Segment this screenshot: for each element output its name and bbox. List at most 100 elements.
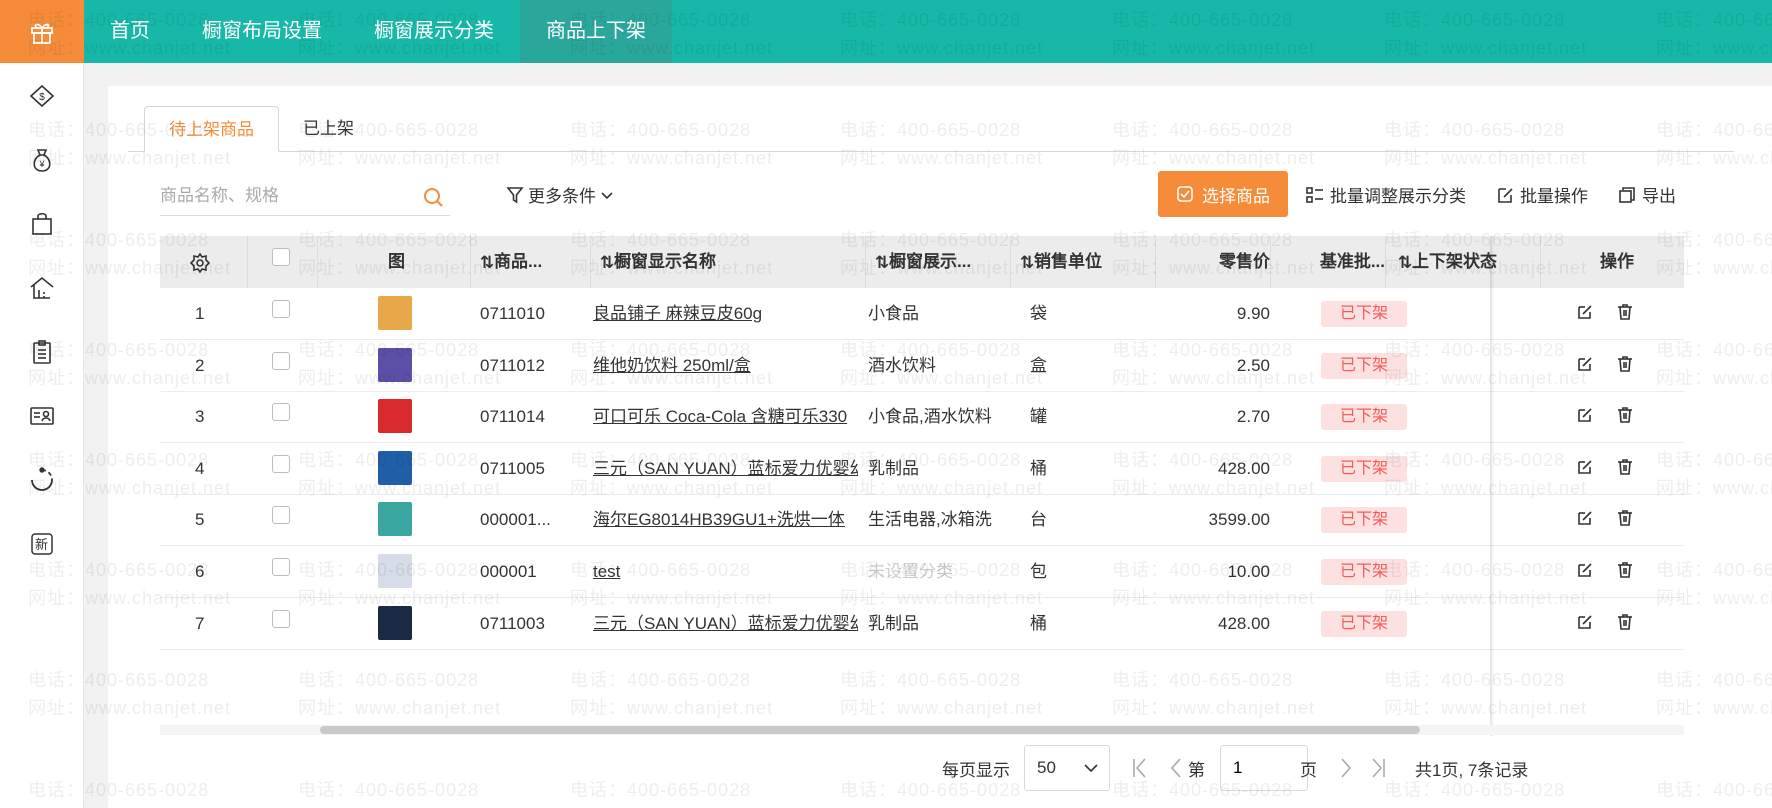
select-goods-button[interactable]: 选择商品 [1158,171,1288,217]
select-all-checkbox[interactable] [272,248,290,266]
row-name-link[interactable]: 海尔EG8014HB39GU1+洗烘一体 [593,494,858,546]
row-name-link[interactable]: 三元（SAN YUAN）蓝标爱力优婴幼 [593,443,858,495]
export-button[interactable]: 导出 [1618,182,1676,207]
tab-listed-goods[interactable]: 已上架 [279,106,378,152]
shopping-bag-icon[interactable] [27,209,57,239]
product-thumbnail [378,605,412,640]
goods-table: 图 ⇅商品... ⇅橱窗显示名称 ⇅橱窗展示... ⇅销售单位 零售价 基准批.… [160,236,1684,736]
row-checkbox[interactable] [272,558,290,576]
gift-logo-icon[interactable] [0,0,84,63]
more-filter-button[interactable]: 更多条件 [506,182,614,207]
batch-category-button[interactable]: 批量调整展示分类 [1306,182,1466,207]
money-bag-icon[interactable]: ¥ [27,145,57,175]
row-checkbox[interactable] [272,403,290,422]
clipboard-icon[interactable] [27,337,57,367]
edit-icon[interactable] [1576,406,1596,426]
sort-icon: ⇅ [1398,252,1413,272]
export-label: 导出 [1642,187,1676,206]
delete-icon[interactable] [1616,458,1636,478]
chevron-down-icon [1084,764,1098,773]
next-page-icon[interactable] [1336,756,1356,785]
table-row[interactable]: 5 000001... 海尔EG8014HB39GU1+洗烘一体 生活电器,冰箱洗 台 3… [160,494,1684,547]
prev-page-icon[interactable] [1166,756,1186,785]
search-icon[interactable] [422,186,444,213]
row-index: 4 [195,458,205,478]
row-retail-price: 9.90 [1236,304,1270,323]
column-category[interactable]: ⇅橱窗展示... [875,236,1015,288]
row-code: 000001 [480,562,537,581]
table-row[interactable]: 20711012维他奶饮料 250ml/盒酒水饮料盒2.502.00已下架 [160,340,1684,392]
product-thumbnail [378,554,412,588]
edit-icon[interactable] [1576,303,1596,323]
store-icon[interactable] [27,273,57,303]
column-unit-label: 销售单位 [1034,252,1102,271]
sidebar: $ ¥ 新 [0,63,84,808]
row-unit: 盒 [1030,355,1047,375]
money-house-icon[interactable]: $ [27,81,57,111]
row-name-link[interactable]: 维他奶饮料 250ml/盒 [593,340,858,392]
nav-item-window-category[interactable]: 橱窗展示分类 [348,0,520,63]
product-thumbnail [378,450,412,485]
edit-icon [1498,187,1513,203]
row-name-link[interactable]: test [593,546,858,598]
row-checkbox[interactable] [272,506,290,525]
per-page-select[interactable]: 50 [1024,745,1110,791]
table-row[interactable]: 6000001test未设置分类包10.000.00已下架 [160,546,1684,598]
column-name[interactable]: ⇅橱窗显示名称 [600,236,780,288]
table-row[interactable]: 40711005三元（SAN YUAN）蓝标爱力优婴幼乳制品桶428.00342… [160,443,1684,495]
svg-text:$: $ [39,92,45,103]
product-thumbnail [378,502,412,537]
export-icon [1619,186,1635,203]
list-icon [1306,186,1323,203]
column-settings-icon[interactable] [190,236,210,288]
page-prefix: 第 [1188,760,1205,780]
new-badge-icon[interactable]: 新 [27,529,57,559]
tab-divider [128,151,1734,152]
main-nav: 首页 橱窗布局设置 橱窗展示分类 商品上下架 [84,0,672,63]
page-number-input[interactable] [1220,745,1308,791]
row-retail-price: 10.00 [1227,562,1270,581]
row-checkbox[interactable] [272,351,290,370]
delete-icon[interactable] [1616,303,1636,323]
table-row[interactable]: 3 0711014 可口可乐 Coca-Cola 含糖可乐330 小食品,酒水饮料 罐 2… [160,391,1684,444]
edit-icon[interactable] [1576,458,1596,478]
delete-icon[interactable] [1616,355,1636,375]
edit-icon[interactable] [1576,613,1596,633]
table-row[interactable]: 70711003三元（SAN YUAN）蓝标爱力优婴幼乳制品桶428.00342… [160,598,1684,650]
row-name-link[interactable]: 良品铺子 麻辣豆皮60g [593,288,858,340]
column-code[interactable]: ⇅商品... [480,236,585,288]
id-card-icon[interactable] [27,401,57,431]
nav-item-home[interactable]: 首页 [84,0,176,63]
pagination-summary: 共1页, 7条记录 [1415,760,1529,780]
row-checkbox[interactable] [272,454,290,473]
row-checkbox[interactable] [272,300,290,318]
delete-icon[interactable] [1616,509,1636,529]
search-input[interactable] [160,178,410,214]
row-name-link[interactable]: 三元（SAN YUAN）蓝标爱力优婴幼 [593,598,858,650]
first-page-icon[interactable] [1130,756,1150,785]
batch-ops-button[interactable]: 批量操作 [1496,182,1588,207]
table-row[interactable]: 10711010良品铺子 麻辣豆皮60g小食品袋9.907.92已下架 [160,288,1684,340]
column-status[interactable]: ⇅上下架状态 [1398,236,1518,288]
nav-item-window-layout[interactable]: 橱窗布局设置 [176,0,348,63]
tab-pending-goods[interactable]: 待上架商品 [144,106,279,152]
edit-icon[interactable] [1576,355,1596,375]
edit-icon[interactable] [1576,509,1596,529]
last-page-icon[interactable] [1368,756,1388,785]
nav-item-goods-shelf[interactable]: 商品上下架 [520,0,672,63]
delete-icon[interactable] [1616,613,1636,633]
per-page-label: 每页显示 [942,760,1010,780]
row-index: 5 [195,510,205,530]
row-checkbox[interactable] [272,609,290,628]
edit-icon[interactable] [1576,561,1596,581]
horizontal-scrollbar[interactable] [160,725,1684,735]
scrollbar-thumb[interactable] [320,726,1420,734]
row-code: 0711012 [480,355,545,375]
delete-icon[interactable] [1616,406,1636,426]
product-thumbnail [378,399,412,434]
column-unit[interactable]: ⇅销售单位 [1020,236,1140,288]
delete-icon[interactable] [1616,561,1636,581]
row-retail-price: 3599.00 [1208,510,1270,530]
row-name-link[interactable]: 可口可乐 Coca-Cola 含糖可乐330 [593,391,858,443]
loading-icon[interactable] [27,465,57,495]
